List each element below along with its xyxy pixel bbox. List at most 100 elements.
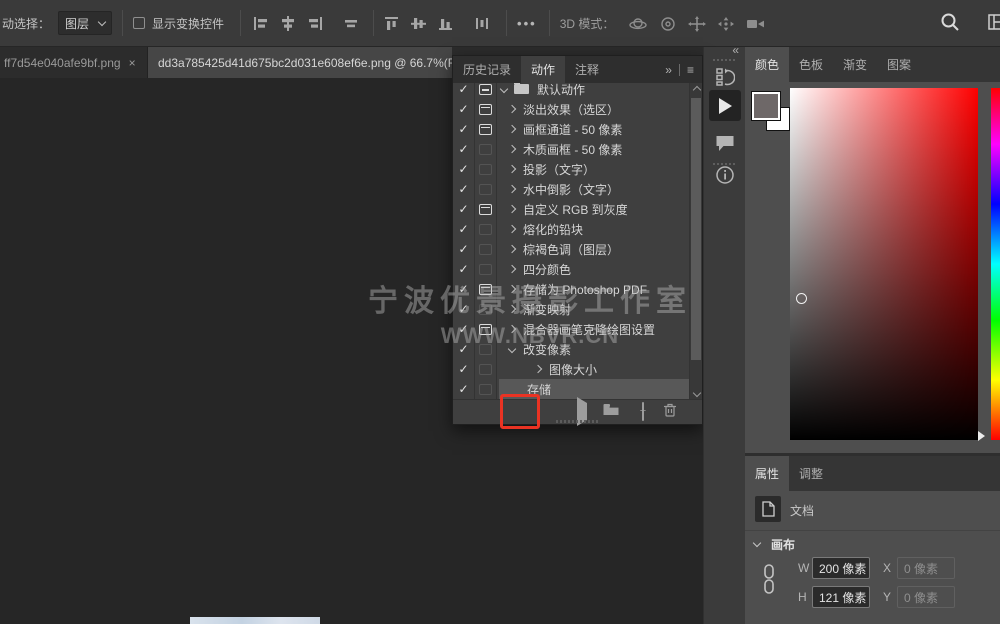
play-icon[interactable] bbox=[577, 403, 587, 421]
action-row[interactable]: ✓木质画框 - 50 像素 bbox=[453, 139, 691, 159]
expand-chevron-icon[interactable] bbox=[508, 285, 516, 293]
panel-overflow-icon[interactable]: » bbox=[665, 63, 672, 77]
action-dialog-toggle[interactable] bbox=[475, 219, 497, 239]
action-enabled-toggle[interactable]: ✓ bbox=[453, 299, 475, 319]
workspace-icon[interactable] bbox=[988, 14, 1000, 33]
tab-properties[interactable]: 属性 bbox=[745, 456, 789, 491]
action-dialog-toggle[interactable] bbox=[475, 319, 497, 339]
3d-pan-icon[interactable] bbox=[688, 16, 706, 31]
action-enabled-toggle[interactable]: ✓ bbox=[453, 83, 475, 99]
align-bars-icon[interactable] bbox=[343, 16, 359, 31]
document-tab[interactable]: ff7d54e040afe9bf.png × bbox=[0, 47, 148, 78]
link-dimensions-icon[interactable] bbox=[762, 563, 776, 600]
action-row[interactable]: ✓熔化的铅块 bbox=[453, 219, 691, 239]
action-enabled-toggle[interactable]: ✓ bbox=[453, 319, 475, 339]
3d-roll-icon[interactable] bbox=[659, 16, 677, 31]
x-input[interactable]: 0 像素 bbox=[897, 557, 955, 579]
new-action-icon[interactable] bbox=[642, 403, 644, 421]
expand-chevron-icon[interactable] bbox=[508, 145, 516, 153]
action-row[interactable]: ✓棕褐色调（图层） bbox=[453, 239, 691, 259]
align-center-vertical-icon[interactable] bbox=[280, 16, 296, 31]
height-input[interactable]: 121 像素 bbox=[812, 586, 870, 608]
new-set-folder-icon[interactable] bbox=[603, 403, 620, 421]
action-enabled-toggle[interactable]: ✓ bbox=[453, 159, 475, 179]
action-dialog-toggle[interactable] bbox=[475, 179, 497, 199]
action-row[interactable]: ✓默认动作 bbox=[453, 83, 691, 99]
action-dialog-toggle[interactable] bbox=[475, 359, 497, 379]
tab-gradients[interactable]: 渐变 bbox=[833, 47, 877, 82]
hue-slider-arrow-icon[interactable] bbox=[978, 431, 985, 441]
align-left-icon[interactable] bbox=[253, 16, 269, 31]
action-enabled-toggle[interactable]: ✓ bbox=[453, 239, 475, 259]
align-middle-icon[interactable] bbox=[411, 16, 427, 31]
panel-resize-grip[interactable] bbox=[556, 420, 600, 423]
action-row[interactable]: ✓四分颜色 bbox=[453, 259, 691, 279]
action-row[interactable]: ✓投影（文字） bbox=[453, 159, 691, 179]
collapse-chevron-icon[interactable] bbox=[508, 345, 516, 353]
action-row[interactable]: ✓存储为 Photoshop PDF bbox=[453, 279, 691, 299]
action-row[interactable]: ✓水中倒影（文字） bbox=[453, 179, 691, 199]
tab-color[interactable]: 颜色 bbox=[745, 47, 789, 82]
hue-slider-bar[interactable] bbox=[991, 88, 1000, 440]
action-dialog-toggle[interactable] bbox=[475, 139, 497, 159]
tab-patterns[interactable]: 图案 bbox=[877, 47, 921, 82]
expand-chevron-icon[interactable] bbox=[508, 305, 516, 313]
expand-chevron-icon[interactable] bbox=[508, 245, 516, 253]
close-icon[interactable]: × bbox=[129, 56, 136, 70]
action-dialog-toggle[interactable] bbox=[475, 299, 497, 319]
align-top-icon[interactable] bbox=[384, 16, 400, 31]
action-enabled-toggle[interactable]: ✓ bbox=[453, 139, 475, 159]
action-enabled-toggle[interactable]: ✓ bbox=[453, 359, 475, 379]
action-dialog-toggle[interactable] bbox=[475, 99, 497, 119]
action-enabled-toggle[interactable]: ✓ bbox=[453, 119, 475, 139]
y-input[interactable]: 0 像素 bbox=[897, 586, 955, 608]
show-transform-checkbox[interactable] bbox=[133, 17, 145, 29]
action-row[interactable]: ✓图像大小 bbox=[453, 359, 691, 379]
action-row[interactable]: ✓渐变映射 bbox=[453, 299, 691, 319]
expand-chevron-icon[interactable] bbox=[508, 125, 516, 133]
info-panel-icon[interactable] bbox=[715, 165, 735, 190]
search-icon[interactable] bbox=[940, 12, 960, 35]
tab-adjustments[interactable]: 调整 bbox=[789, 456, 833, 491]
align-right-icon[interactable] bbox=[307, 16, 323, 31]
action-dialog-toggle[interactable] bbox=[475, 199, 497, 219]
3d-camera-icon[interactable] bbox=[746, 16, 766, 31]
panel-menu-icon[interactable]: ≡ bbox=[687, 63, 694, 77]
history-panel-icon[interactable] bbox=[715, 67, 735, 92]
distribute-icon[interactable] bbox=[474, 16, 490, 31]
action-row[interactable]: ✓改变像素 bbox=[453, 339, 691, 359]
action-row[interactable]: ✓存储 bbox=[453, 379, 691, 399]
action-enabled-toggle[interactable]: ✓ bbox=[453, 339, 475, 359]
auto-select-dropdown[interactable]: 图层 bbox=[58, 11, 112, 35]
action-dialog-toggle[interactable] bbox=[475, 239, 497, 259]
3d-orbit-icon[interactable] bbox=[628, 16, 648, 31]
expand-chevron-icon[interactable] bbox=[534, 365, 542, 373]
action-enabled-toggle[interactable]: ✓ bbox=[453, 99, 475, 119]
tab-actions[interactable]: 动作 bbox=[521, 56, 565, 83]
action-enabled-toggle[interactable]: ✓ bbox=[453, 259, 475, 279]
expand-chevron-icon[interactable] bbox=[508, 165, 516, 173]
action-dialog-toggle[interactable] bbox=[475, 159, 497, 179]
expand-chevron-icon[interactable] bbox=[508, 325, 516, 333]
actions-scrollbar[interactable] bbox=[689, 83, 702, 401]
action-dialog-toggle[interactable] bbox=[475, 279, 497, 299]
expand-chevron-icon[interactable] bbox=[508, 185, 516, 193]
more-options-icon[interactable]: ••• bbox=[517, 16, 537, 31]
color-saturation-brightness-field[interactable] bbox=[790, 88, 978, 440]
align-bottom-icon[interactable] bbox=[438, 16, 454, 31]
collapse-panels-icon[interactable]: « bbox=[732, 43, 739, 57]
expand-chevron-icon[interactable] bbox=[508, 105, 516, 113]
expand-chevron-icon[interactable] bbox=[508, 225, 516, 233]
action-row[interactable]: ✓淡出效果（选区） bbox=[453, 99, 691, 119]
action-dialog-toggle[interactable] bbox=[475, 339, 497, 359]
tab-swatches[interactable]: 色板 bbox=[789, 47, 833, 82]
delete-icon[interactable] bbox=[663, 402, 677, 422]
scrollbar-thumb[interactable] bbox=[691, 98, 701, 360]
actions-panel-icon[interactable] bbox=[709, 90, 741, 121]
action-dialog-toggle[interactable] bbox=[475, 83, 497, 99]
document-tab-active[interactable]: dd3a785425d41d675bc2d031e608ef6e.png @ 6… bbox=[148, 47, 452, 78]
tab-history[interactable]: 历史记录 bbox=[453, 56, 521, 83]
color-picker-ring[interactable] bbox=[796, 293, 807, 304]
action-dialog-toggle[interactable] bbox=[475, 119, 497, 139]
action-row[interactable]: ✓自定义 RGB 到灰度 bbox=[453, 199, 691, 219]
